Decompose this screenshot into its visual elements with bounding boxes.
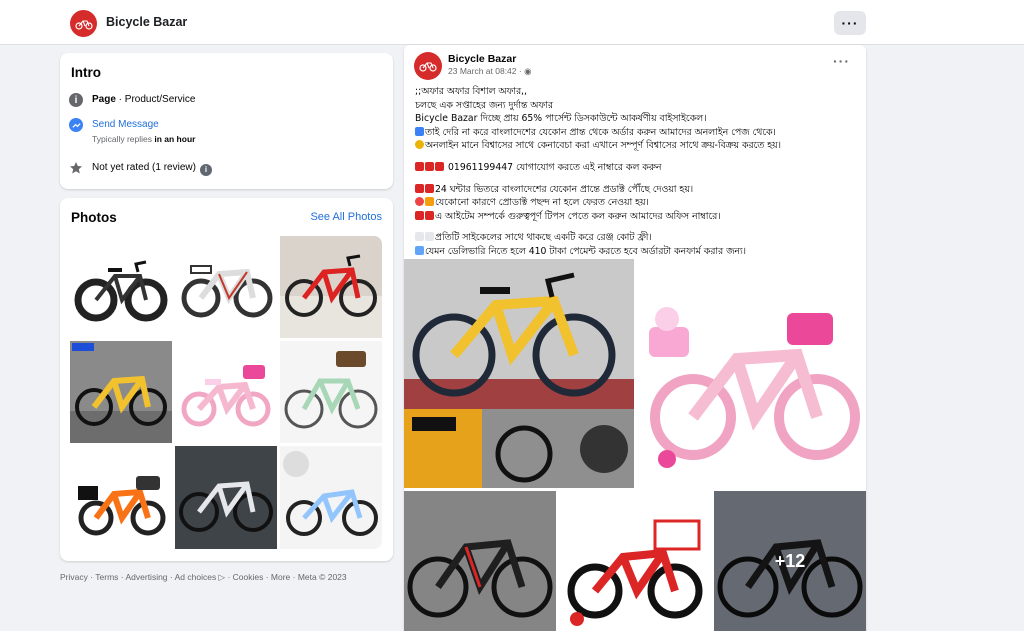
page-header-bar: Bicycle Bazar ··· <box>0 0 1024 45</box>
ribbon-emoji-icon <box>415 210 424 220</box>
category-row-visible: i Page · Product/Service <box>69 93 195 107</box>
bank-emoji-icon <box>415 245 424 255</box>
post-line-text: প্রতিটি সাইকেলের সাথে থাকছে একটি করে রেঞ… <box>435 232 652 244</box>
messenger-icon <box>69 118 83 132</box>
truck-emoji-icon <box>415 183 424 193</box>
post-line-text: যেমন ডেলিভারি নিতে হলে 410 টাকা পেমেন্ট … <box>425 245 746 257</box>
post-media-grid: +12 <box>404 259 866 631</box>
bicycle-logo-icon <box>74 19 93 30</box>
post-timestamp[interactable]: 23 March at 08:42 · ◉ <box>448 66 532 77</box>
category-rest: · Product/Service <box>115 94 196 105</box>
intro-card: Intro i Page · Product/Service Send Mess… <box>60 53 393 189</box>
post-line: 01961199447 যোগাযোগ করতে এই নাম্বারে কল … <box>415 161 861 175</box>
rating-row: Not yet rated (1 review) i <box>69 161 212 176</box>
post-line: তাই দেরি না করে বাংলাদেশের যেকোন প্রান্ত… <box>415 126 861 140</box>
photo-blue-white-bike[interactable] <box>280 446 382 549</box>
bicycle-emoji-icon <box>415 232 424 242</box>
message-row: Send Message Typically replies in an hou… <box>69 118 195 146</box>
post-line-text: অনলাইন মানে বিশ্বাসের সাথে কেনাবেচা করা … <box>425 140 781 152</box>
post-body: ;;অফার অফার বিশাল অফার,, চলছে এক সপ্তাহে… <box>415 85 861 259</box>
photo-pink-kids-bike[interactable] <box>175 341 277 443</box>
bicycle-logo-icon <box>419 62 437 72</box>
intro-title: Intro <box>71 65 101 80</box>
page-logo-avatar[interactable] <box>70 10 97 37</box>
info-icon: i <box>69 93 83 107</box>
post-line-text: এ আইটেম সম্পর্কে গুরুত্বপূর্ণ টিপস পেতে … <box>435 210 721 222</box>
telephone-emoji-icon <box>415 161 424 171</box>
telephone-emoji-icon <box>425 161 434 171</box>
smile-emoji-icon <box>415 197 424 207</box>
see-all-photos-link[interactable]: See All Photos <box>310 211 382 223</box>
post-line: Bicycle Bazar দিচ্ছে প্রায় 65% পার্সেন্… <box>415 113 707 125</box>
photos-title: Photos <box>71 210 117 225</box>
post-line: চলছে এক সপ্তাহের জন্য দুর্দান্ত অফার <box>415 99 553 111</box>
b-button-emoji-icon <box>415 126 424 136</box>
post-line: ;;অফার অফার বিশাল অফার,, <box>415 86 527 97</box>
more-options-button[interactable]: ··· <box>834 11 866 35</box>
bicycle-emoji-icon <box>425 232 434 242</box>
photos-card: Photos See All Photos <box>60 198 393 561</box>
post-author-avatar[interactable] <box>414 52 442 80</box>
post-line: অনলাইন মানে বিশ্বাসের সাথে কেনাবেচা করা … <box>415 139 861 153</box>
medal-emoji-icon <box>415 140 424 150</box>
post-line: যেকোনো কারণে প্রোডাক্ট পছন্দ না হলে ফেরত… <box>415 196 861 210</box>
reply-prefix: Typically replies <box>92 134 155 144</box>
post-line: এ আইটেম সম্পর্কে গুরুত্বপূর্ণ টিপস পেতে … <box>415 210 861 224</box>
send-message-link[interactable]: Send Message <box>92 119 159 130</box>
post-line-text: যেকোনো কারণে প্রোডাক্ট পছন্দ না হলে ফেরত… <box>435 197 649 209</box>
post-line: 24 ঘন্টার ভিতরে বাংলাদেশের যেকোন প্রান্ত… <box>415 183 861 197</box>
rating-info-icon[interactable]: i <box>199 163 212 176</box>
gift-emoji-icon <box>425 197 434 207</box>
post-line: যেমন ডেলিভারি নিতে হলে 410 টাকা পেমেন্ট … <box>415 245 861 259</box>
telephone-emoji-icon <box>435 161 444 171</box>
post-author-name[interactable]: Bicycle Bazar <box>448 53 516 65</box>
post-photo-kids-basket-bike[interactable] <box>559 491 711 631</box>
photo-white-motor-bike[interactable] <box>175 236 277 338</box>
post-line-text: তাই দেরি না করে বাংলাদেশের যেকোন প্রান্ত… <box>425 126 776 138</box>
post-line-text: 01961199447 যোগাযোগ করতে এই নাম্বারে কল … <box>448 161 662 173</box>
post-more-button[interactable]: ··· <box>833 53 850 69</box>
post-photo-black-mountain-bike[interactable]: +12 <box>714 491 866 631</box>
photo-red-mountain-bike[interactable] <box>280 236 382 338</box>
page-name[interactable]: Bicycle Bazar <box>106 15 187 29</box>
photo-white-black-bike[interactable] <box>175 446 277 549</box>
photos-grid <box>70 236 382 549</box>
category-bold: Page <box>92 94 116 105</box>
page-category: Page · Product/Service <box>92 93 195 106</box>
post-photo-pink-kids-bike[interactable] <box>637 259 866 488</box>
rating-value: Not yet rated (1 review) <box>92 162 196 173</box>
photo-black-fat-bike[interactable] <box>70 236 172 338</box>
post-card: Bicycle Bazar 23 March at 08:42 · ◉ ··· … <box>404 45 866 631</box>
ribbon-emoji-icon <box>425 210 434 220</box>
photo-yellow-folding-bike[interactable] <box>70 341 172 443</box>
more-photos-overlay[interactable]: +12 <box>714 491 866 631</box>
photo-green-city-bike[interactable] <box>280 341 382 443</box>
post-line: প্রতিটি সাইকেলের সাথে থাকছে একটি করে রেঞ… <box>415 231 861 245</box>
photo-orange-kids-bike[interactable] <box>70 446 172 549</box>
star-icon <box>69 161 83 175</box>
post-photo-red-black-bike[interactable] <box>404 491 556 631</box>
post-photo-yellow-folding-bike[interactable] <box>404 259 634 488</box>
truck-emoji-icon <box>425 183 434 193</box>
rating-text: Not yet rated (1 review) i <box>92 161 212 176</box>
post-line-text: 24 ঘন্টার ভিতরে বাংলাদেশের যেকোন প্রান্ত… <box>435 183 694 195</box>
footer-links[interactable]: Privacy · Terms · Advertising · Ad choic… <box>60 572 347 583</box>
reply-time: Typically replies in an hour <box>92 133 195 146</box>
reply-bold: in an hour <box>154 134 196 144</box>
message-block: Send Message Typically replies in an hou… <box>92 118 195 146</box>
